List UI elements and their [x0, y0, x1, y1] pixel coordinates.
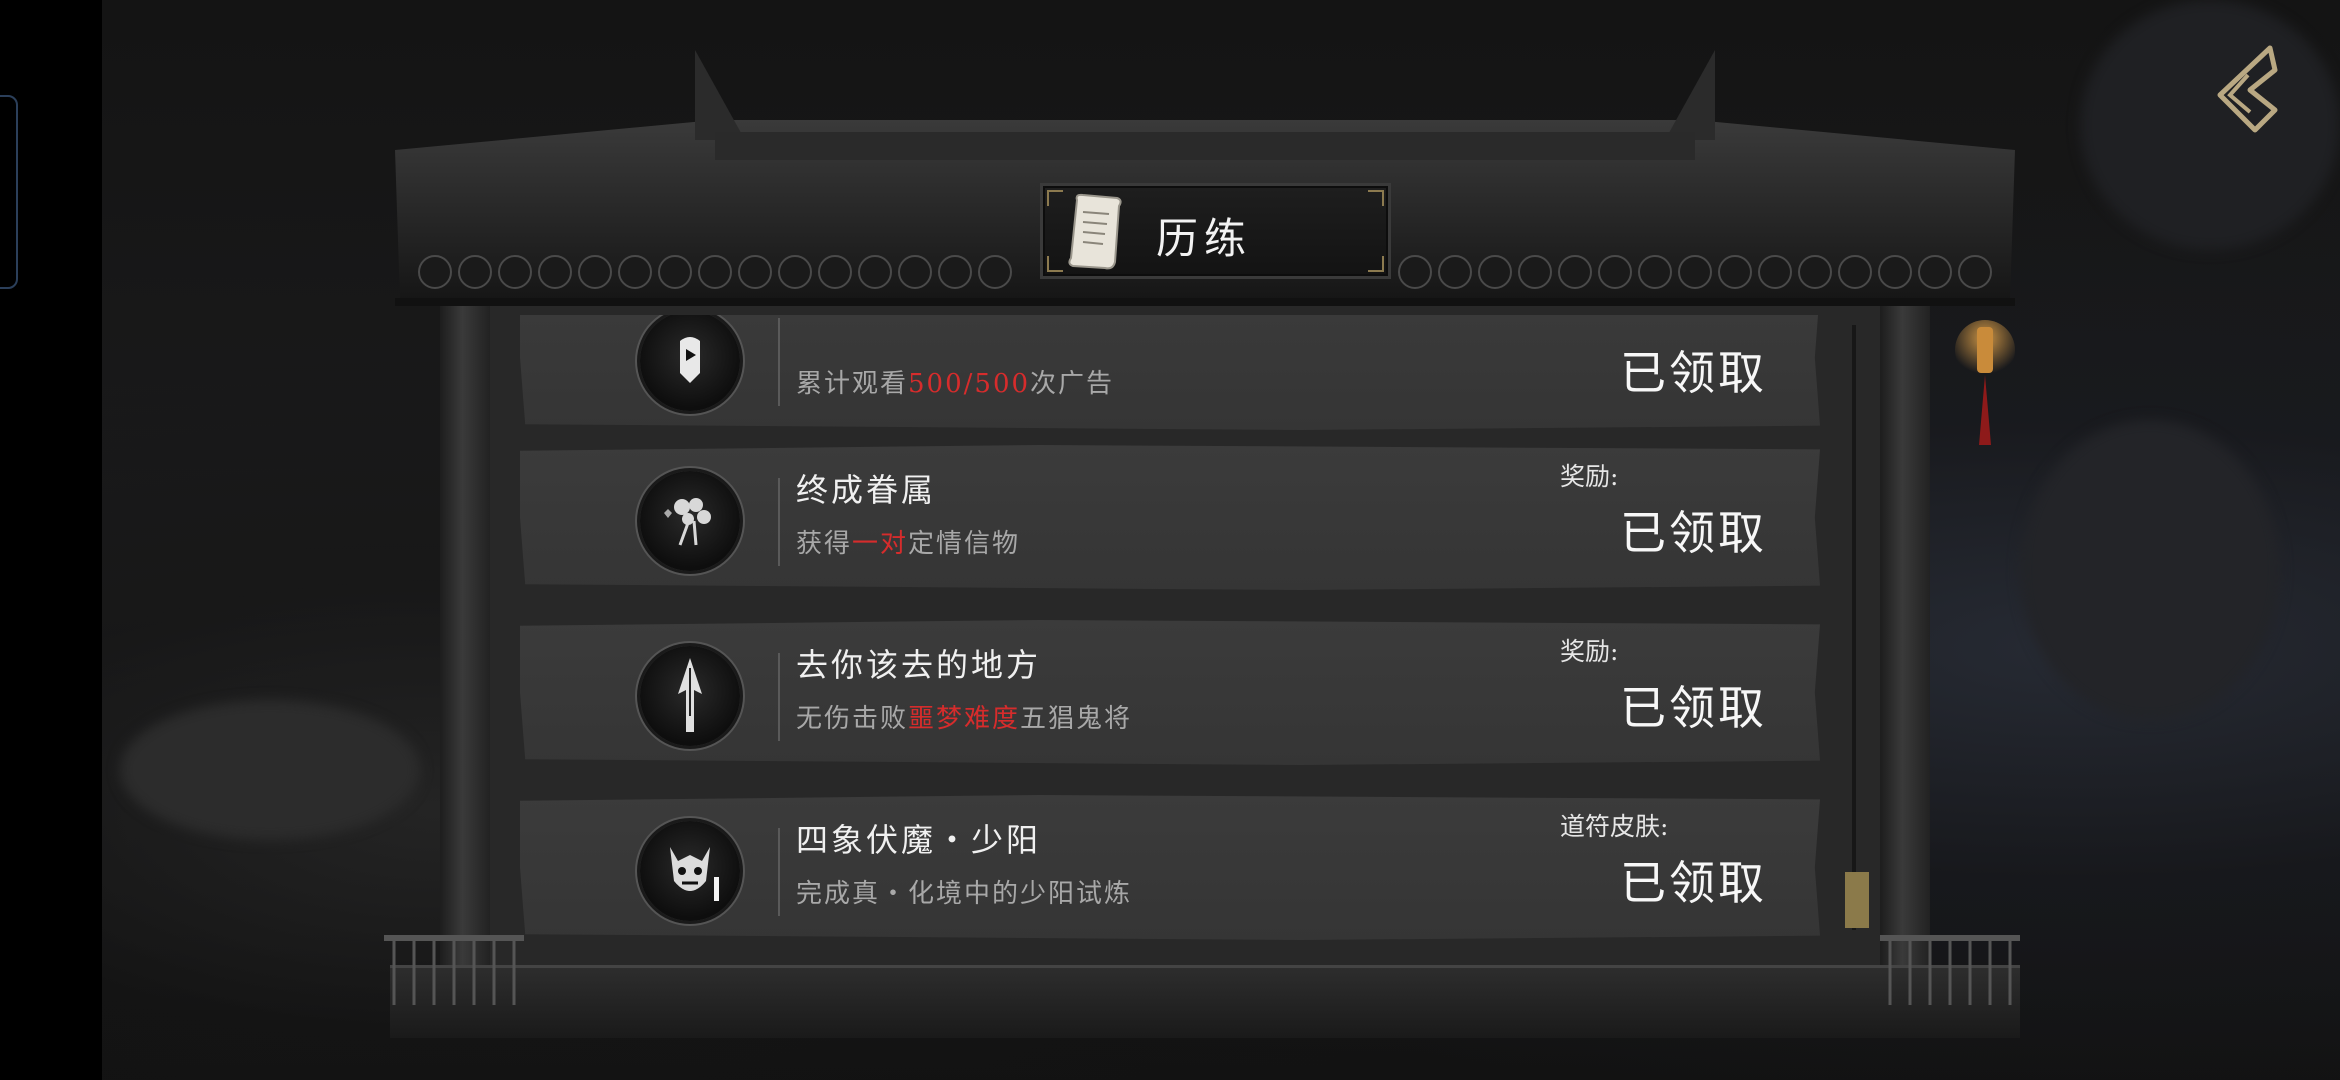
- list-item: 终成眷属 获得一对定情信物 奖励: 已领取: [520, 445, 1820, 590]
- task-description: 获得一对定情信物: [796, 529, 1021, 559]
- task-title: 去你该去的地方: [796, 646, 1042, 684]
- row-divider: [778, 828, 780, 916]
- right-fence: [1880, 935, 2020, 1005]
- achievement-list[interactable]: 累计观看500/500次广告 已领取 终成眷属 获得一对定情信物 奖励: 已领取: [488, 315, 1848, 955]
- flower-bouquet-icon: [640, 471, 740, 571]
- bottom-rail: [390, 965, 2020, 1038]
- claimed-status[interactable]: 已领取: [1620, 337, 1767, 403]
- hanging-lantern: [1955, 320, 2015, 445]
- plaque-corner-ornament: [1047, 190, 1063, 206]
- row-divider: [778, 478, 780, 566]
- task-title: 四象伏魔・少阳: [796, 821, 1042, 859]
- spear-icon: [640, 646, 740, 746]
- background-rock: [120, 700, 420, 840]
- panel-title: 历练: [1156, 214, 1253, 263]
- reward-label: 奖励:: [1560, 637, 1619, 666]
- task-description: 完成真・化境中的少阳试炼: [796, 879, 1133, 909]
- scrollbar-thumb[interactable]: [1845, 872, 1869, 928]
- side-drawer-tab[interactable]: [0, 95, 18, 289]
- ad-video-icon: [640, 315, 740, 411]
- left-pillar: [440, 280, 490, 1010]
- task-description: 累计观看500/500次广告: [796, 369, 1115, 399]
- row-divider: [778, 318, 780, 406]
- task-title: 终成眷属: [796, 471, 937, 509]
- claimed-status[interactable]: 已领取: [1620, 847, 1767, 913]
- scroll-icon: [1068, 193, 1122, 270]
- plaque-corner-ornament: [1047, 256, 1063, 272]
- claimed-status[interactable]: 已领取: [1620, 672, 1767, 738]
- task-description: 无伤击败噩梦难度五猖鬼将: [796, 704, 1133, 734]
- left-fence: [384, 935, 524, 1005]
- plaque-corner-ornament: [1368, 190, 1384, 206]
- reward-label: 道符皮肤:: [1560, 812, 1669, 841]
- scrollbar-track[interactable]: [1852, 325, 1856, 930]
- row-divider: [778, 653, 780, 741]
- plaque-corner-ornament: [1368, 256, 1384, 272]
- demon-mask-icon: [640, 821, 740, 921]
- title-plaque: 历练: [1040, 183, 1391, 279]
- menu-emblem-icon[interactable]: [2200, 40, 2290, 140]
- background-rock: [2020, 420, 2280, 720]
- list-item: 去你该去的地方 无伤击败噩梦难度五猖鬼将 奖励: 已领取: [520, 620, 1820, 765]
- list-item: 累计观看500/500次广告 已领取: [520, 315, 1820, 430]
- right-pillar: [1880, 280, 1930, 1010]
- reward-label: 奖励:: [1560, 462, 1619, 491]
- claimed-status[interactable]: 已领取: [1620, 497, 1767, 563]
- list-item: 四象伏魔・少阳 完成真・化境中的少阳试炼 道符皮肤: 已领取: [520, 795, 1820, 940]
